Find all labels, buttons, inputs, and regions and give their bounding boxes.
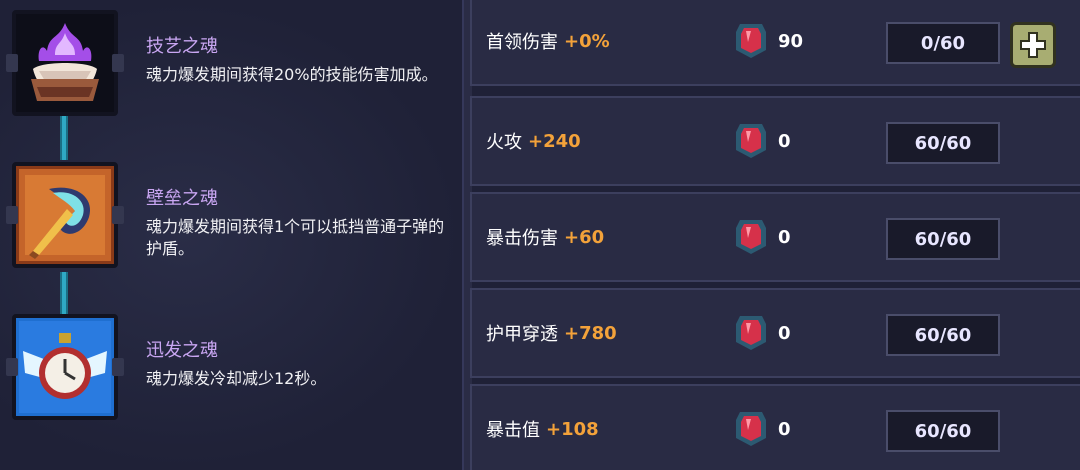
gem-count: 0 — [778, 322, 791, 344]
soul-description: 魂力爆发冷却减少12秒。 — [146, 369, 327, 388]
stat-label: 护甲穿透 +780 — [486, 290, 617, 376]
stat-label: 首领伤害 +0% — [486, 0, 610, 84]
soul-description: 魂力爆发期间获得1个可以抵挡普通子弹的护盾。 — [146, 217, 445, 258]
red-gem-icon — [736, 412, 766, 446]
level-indicator: 60/60 — [886, 410, 1000, 452]
shield-axe-icon — [6, 162, 124, 268]
red-gem-icon — [736, 220, 766, 254]
winged-clock-icon — [6, 314, 124, 420]
plus-icon — [1020, 32, 1046, 58]
stat-row: 护甲穿透 +780 0 60/60 — [470, 288, 1080, 378]
gem-count: 0 — [778, 418, 791, 440]
level-indicator: 0/60 — [886, 22, 1000, 64]
red-gem-icon — [736, 24, 766, 58]
stat-name: 护甲穿透 — [486, 324, 558, 345]
gem-count: 0 — [778, 226, 791, 248]
level-indicator: 60/60 — [886, 122, 1000, 164]
stat-bonus: +108 — [546, 418, 599, 440]
stat-name: 暴击值 — [486, 420, 540, 441]
stat-label: 暴击伤害 +60 — [486, 194, 604, 280]
stat-name: 首领伤害 — [486, 32, 558, 53]
soul-panel: 技艺之魂 魂力爆发期间获得20%的技能伤害加成。 壁垒之魂 魂力爆发期间获得1个… — [0, 0, 462, 470]
soul-description: 魂力爆发期间获得20%的技能伤害加成。 — [146, 65, 438, 84]
red-gem-icon — [736, 124, 766, 158]
stat-bonus: +240 — [528, 130, 581, 152]
gem-count: 0 — [778, 130, 791, 152]
soul-item[interactable]: 壁垒之魂 魂力爆发期间获得1个可以抵挡普通子弹的护盾。 — [0, 158, 462, 288]
stat-label: 暴击值 +108 — [486, 386, 599, 470]
stat-bonus: +780 — [564, 322, 617, 344]
stat-name: 火攻 — [486, 132, 522, 153]
level-indicator: 60/60 — [886, 314, 1000, 356]
soul-item[interactable]: 技艺之魂 魂力爆发期间获得20%的技能伤害加成。 — [0, 6, 462, 136]
stat-bonus: +0% — [564, 30, 610, 52]
soul-item[interactable]: 迅发之魂 魂力爆发冷却减少12秒。 — [0, 310, 462, 440]
red-gem-icon — [736, 316, 766, 350]
level-indicator: 60/60 — [886, 218, 1000, 260]
gem-count: 90 — [778, 30, 804, 52]
stat-name: 暴击伤害 — [486, 228, 558, 249]
stat-row: 首领伤害 +0% 90 0/60 — [470, 0, 1080, 86]
upgrade-plus-button[interactable] — [1010, 22, 1056, 68]
stat-row: 暴击值 +108 0 60/60 — [470, 384, 1080, 470]
soul-title: 技艺之魂 — [146, 36, 218, 57]
soul-title: 迅发之魂 — [146, 340, 218, 361]
stat-label: 火攻 +240 — [486, 98, 581, 184]
soul-title: 壁垒之魂 — [146, 188, 218, 209]
stat-bonus: +60 — [564, 226, 605, 248]
stat-row: 火攻 +240 0 60/60 — [470, 96, 1080, 186]
stat-row: 暴击伤害 +60 0 60/60 — [470, 192, 1080, 282]
purple-flame-shell-icon — [6, 10, 124, 116]
